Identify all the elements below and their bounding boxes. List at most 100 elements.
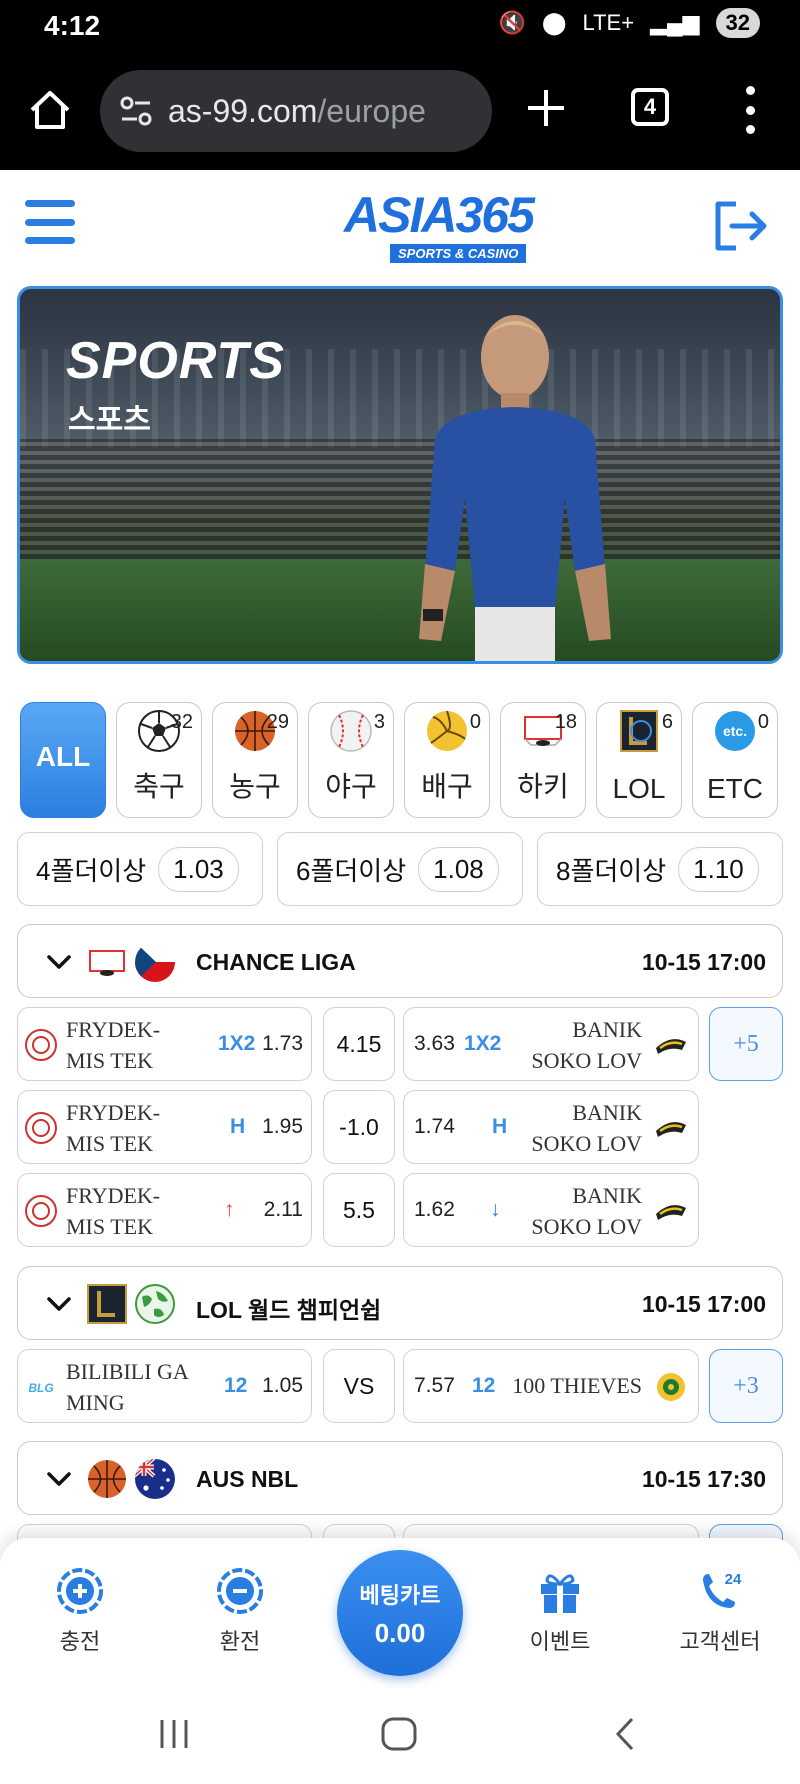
minus-circle-icon (217, 1568, 263, 1614)
league-time: 10-15 17:30 (641, 1466, 766, 1492)
market-label: 1X2 (218, 1032, 256, 1055)
match-row: FRYDEK-MIS TEK ↑ 2.11 5.5 1.62 ↓ BANIK S… (17, 1173, 783, 1247)
more-markets-button[interactable]: +3 (709, 1349, 783, 1423)
tab-basketball-label: 농구 (229, 771, 281, 802)
gift-icon (541, 1574, 579, 1613)
system-navigation-bar (0, 1688, 800, 1784)
away-odds-button[interactable]: 3.63 1X2 BANIK SOKO LOV (403, 1007, 699, 1081)
away-odds-button[interactable]: 1.74 H BANIK SOKO LOV (403, 1090, 699, 1164)
folder-bonus-value: 1.08 (418, 846, 499, 892)
tab-etc-label: ETC (707, 773, 763, 804)
handicap-value-button[interactable]: -1.0 (323, 1090, 395, 1164)
customer-center-button[interactable]: 24 고객센터 (660, 1566, 780, 1656)
folder-bonus-8[interactable]: 8폴더이상 1.10 (537, 832, 783, 906)
status-icons: 🔇 ⬤ LTE+ ▂▄▆ 32 (498, 8, 760, 38)
tab-baseball-count: 3 (373, 711, 385, 733)
folder-bonus-bar: 4폴더이상 1.03 6폴더이상 1.08 8폴더이상 1.10 (17, 832, 783, 906)
bet-cart-button[interactable]: 베팅카트 0.00 (337, 1550, 463, 1676)
match-row: BLG BILIBILI GA MING 12 1.05 VS 7.57 12 … (17, 1349, 783, 1423)
frydek-mistek-logo-icon (25, 1195, 57, 1227)
customer-center-label: 고객센터 (679, 1629, 761, 1654)
menu-icon[interactable] (25, 200, 75, 244)
tab-lol-label: LOL (612, 773, 666, 804)
new-tab-icon[interactable] (524, 86, 568, 130)
league-header-aus-nbl[interactable]: AUS NBL 10-15 17:30 (17, 1441, 783, 1515)
battery-indicator: 32 (715, 8, 760, 38)
tab-volleyball-label: 배구 (421, 771, 473, 802)
home-team-name: BILIBILI GA MING (66, 1359, 188, 1415)
browser-toolbar: as-99.com/europe 4 (0, 52, 800, 170)
bilibili-gaming-logo-icon: BLG (28, 1381, 53, 1395)
home-icon[interactable] (28, 88, 72, 132)
more-markets-button[interactable]: +5 (709, 1007, 783, 1081)
recent-apps-icon[interactable] (156, 1716, 192, 1752)
tab-basketball-count: 29 (266, 711, 289, 733)
total-value-button[interactable]: 5.5 (323, 1173, 395, 1247)
deposit-button[interactable]: 충전 (20, 1566, 140, 1656)
folder-bonus-label: 6폴더이상 (296, 855, 407, 886)
home-odds-button[interactable]: FRYDEK-MIS TEK H 1.95 (17, 1090, 312, 1164)
away-odds: 1.62 (414, 1198, 455, 1221)
back-icon[interactable] (610, 1716, 640, 1752)
stadium-crowd (20, 439, 780, 559)
location-icon: ⬤ (541, 10, 567, 35)
tab-hockey-count: 18 (554, 711, 577, 733)
volleyball-icon (427, 710, 467, 751)
globe-icon (135, 1284, 175, 1324)
site-header: ASIA365 SPORTS & CASINO (0, 170, 800, 282)
tab-baseball[interactable]: 3 야구 (308, 702, 394, 818)
tab-all[interactable]: ALL (20, 702, 106, 818)
etc-icon: etc. (715, 711, 755, 751)
home-odds-button[interactable]: BLG BILIBILI GA MING 12 1.05 (17, 1349, 312, 1423)
network-label: LTE+ (582, 10, 635, 35)
league-header-chance-liga[interactable]: CHANCE LIGA 10-15 17:00 (17, 924, 783, 998)
site-settings-icon[interactable] (118, 93, 154, 129)
logout-icon[interactable] (712, 200, 770, 252)
match-row: FRYDEK-MIS TEK H 1.95 -1.0 1.74 H BANIK … (17, 1090, 783, 1164)
league-name: CHANCE LIGA (196, 949, 356, 975)
status-time: 4:12 (44, 10, 101, 41)
stadium-pitch (20, 559, 780, 661)
bet-cart-value: 0.00 (374, 1618, 426, 1648)
draw-odds-button[interactable]: 4.15 (323, 1007, 395, 1081)
away-team-name: BANIK SOKO LOV (531, 1183, 642, 1239)
folder-bonus-4[interactable]: 4폴더이상 1.03 (17, 832, 263, 906)
tab-soccer[interactable]: 32 축구 (116, 702, 202, 818)
100-thieves-logo-icon (657, 1373, 685, 1401)
tab-switcher-button[interactable]: 4 (631, 88, 669, 126)
away-odds-button[interactable]: 7.57 12 100 THIEVES (403, 1349, 699, 1423)
chevron-down-icon[interactable] (46, 1291, 72, 1317)
away-odds-button[interactable]: 1.62 ↓ BANIK SOKO LOV (403, 1173, 699, 1247)
tab-etc-count: 0 (757, 711, 769, 733)
tab-hockey[interactable]: 18 하키 (500, 702, 586, 818)
away-team-name: BANIK SOKO LOV (531, 1100, 642, 1156)
deposit-label: 충전 (59, 1629, 101, 1654)
logo-text: ASIA365 (344, 187, 535, 243)
basketball-icon (88, 1460, 126, 1498)
bottom-navigation: 충전 환전 베팅카트 0.00 이벤트 24 고객센터 (0, 1538, 800, 1688)
url-domain: as-99.com (168, 92, 318, 129)
url-bar[interactable]: as-99.com/europe (100, 70, 492, 152)
more-menu-icon[interactable] (740, 86, 760, 134)
event-button[interactable]: 이벤트 (500, 1566, 620, 1656)
chevron-down-icon[interactable] (46, 1466, 72, 1492)
banik-sokolov-logo-icon (656, 1039, 686, 1054)
chevron-down-icon[interactable] (46, 949, 72, 975)
home-odds-button[interactable]: FRYDEK-MIS TEK 1X2 1.73 (17, 1007, 312, 1081)
sports-banner[interactable]: SPORTS 스포츠 (17, 286, 783, 664)
site-logo[interactable]: ASIA365 SPORTS & CASINO (320, 186, 535, 276)
home-odds-button[interactable]: FRYDEK-MIS TEK ↑ 2.11 (17, 1173, 312, 1247)
folder-bonus-value: 1.10 (678, 846, 759, 892)
tab-basketball[interactable]: 29 농구 (212, 702, 298, 818)
tab-etc[interactable]: etc. 0 ETC (692, 702, 778, 818)
tab-lol-count: 6 (661, 711, 673, 733)
tab-volleyball[interactable]: 0 배구 (404, 702, 490, 818)
league-name: LOL 월드 챔피언쉽 (196, 1297, 382, 1323)
folder-bonus-6[interactable]: 6폴더이상 1.08 (277, 832, 523, 906)
withdraw-button[interactable]: 환전 (180, 1566, 300, 1656)
league-header-lol-worlds[interactable]: LOL 월드 챔피언쉽 10-15 17:00 (17, 1266, 783, 1340)
away-odds: 3.63 (414, 1032, 455, 1055)
market-label: H (492, 1115, 508, 1138)
tab-lol[interactable]: 6 LOL (596, 702, 682, 818)
home-nav-icon[interactable] (380, 1716, 418, 1752)
